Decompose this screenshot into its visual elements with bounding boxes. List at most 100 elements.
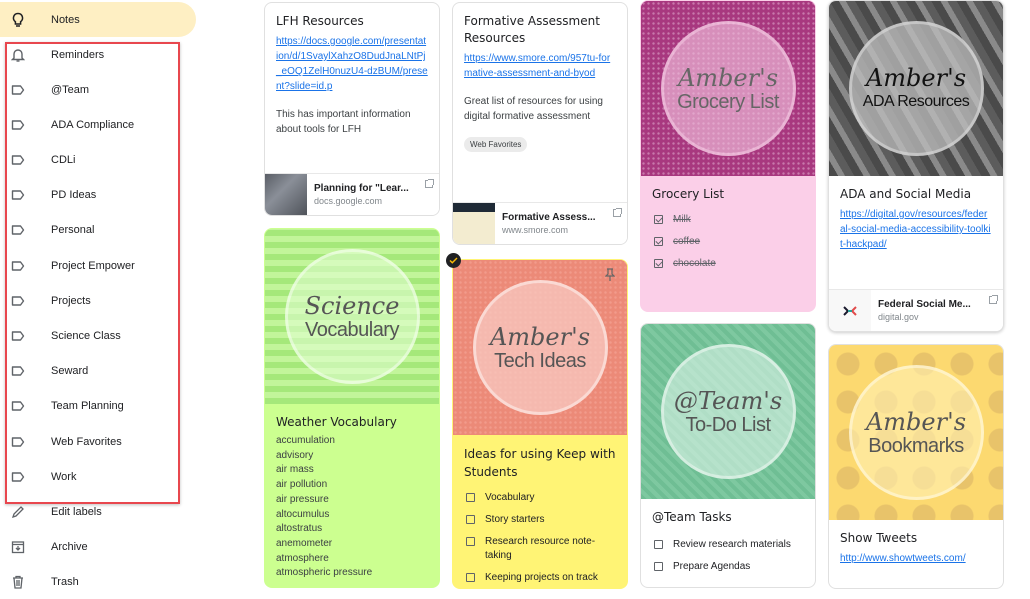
sidebar-item-label: Personal [51,224,95,237]
note-formative-assessment[interactable]: Formative Assessment Resources https://w… [452,2,628,245]
preview-title: Federal Social Me... [878,299,971,310]
sidebar-item-label-project-empower[interactable]: Project Empower [0,248,196,283]
checklist-item-text: Vocabulary [485,492,535,503]
note-ada-social-media[interactable]: Amber's ADA Resources ADA and Social Med… [828,0,1004,332]
note-banner-image: Science Vocabulary [265,229,439,404]
sidebar-item-label: Reminders [51,48,105,61]
sidebar-item-label-science-class[interactable]: Science Class [0,318,196,353]
checklist-item: chocolate [652,257,804,271]
note-link[interactable]: https://digital.gov/resources/federal-so… [840,207,992,252]
checkbox[interactable] [654,562,663,571]
sidebar-item-label-team[interactable]: @Team [0,72,196,107]
sidebar-item-label-seward[interactable]: Seward [0,354,196,389]
link-preview[interactable]: Formative Assess... www.smore.com [453,202,627,244]
sidebar-item-label-ada-compliance[interactable]: ADA Compliance [0,107,196,142]
sidebar-item-label-cdli[interactable]: CDLi [0,142,196,177]
checklist-item-text: Review research materials [673,539,791,550]
checkbox[interactable] [654,540,663,549]
label-icon [10,328,26,344]
note-description: This has important information about too… [276,109,411,135]
note-banner-image: Amber's Bookmarks [829,345,1003,520]
preview-domain: www.smore.com [502,225,569,235]
note-lfh-resources[interactable]: LFH Resources https://docs.google.com/pr… [264,2,440,216]
lightbulb-icon [10,12,26,28]
pencil-icon [10,504,26,520]
sidebar-item-label-personal[interactable]: Personal [0,213,196,248]
pin-icon[interactable] [604,268,616,287]
checkbox[interactable] [466,493,475,502]
note-text-line: anemometer [276,537,333,549]
banner-script-text: Amber's [489,322,591,351]
label-icon [10,187,26,203]
sidebar-item-label: Trash [51,575,79,588]
note-grocery-list[interactable]: Amber's Grocery List Grocery List Milk co… [640,0,816,312]
checkbox[interactable] [466,515,475,524]
checklist-item-text: chocolate [673,258,716,269]
open-external-icon[interactable] [989,295,998,304]
label-icon [10,258,26,274]
open-external-icon[interactable] [613,208,622,217]
checklist-item: Story starters [464,513,616,527]
checkbox[interactable] [466,573,475,582]
note-title: @Team Tasks [652,510,732,524]
checkbox[interactable] [654,215,663,224]
label-chip[interactable]: Web Favorites [464,137,528,152]
link-preview[interactable]: Federal Social Me... digital.gov [829,289,1003,331]
note-show-tweets[interactable]: Amber's Bookmarks Show Tweets http://www… [828,344,1004,589]
sidebar-item-label-web-favorites[interactable]: Web Favorites [0,424,196,459]
sidebar-item-label-pd-ideas[interactable]: PD Ideas [0,178,196,213]
link-preview[interactable]: Planning for "Lear... docs.google.com [265,173,439,215]
banner-sub-text: Vocabulary [305,318,399,341]
note-title: Grocery List [652,187,725,201]
sidebar-item-label: Seward [51,365,89,378]
note-banner-image: Amber's ADA Resources [829,1,1003,176]
sidebar-item-label: Team Planning [51,400,124,413]
sidebar-item-label: PD Ideas [51,189,97,202]
note-text-line: altocumulus [276,508,330,520]
select-note-check-icon[interactable] [446,253,461,268]
sidebar-item-archive[interactable]: Archive [0,529,196,564]
label-icon [10,363,26,379]
preview-title: Formative Assess... [502,212,596,223]
sidebar-item-reminders[interactable]: Reminders [0,37,196,72]
sidebar-item-label: Work [51,470,77,483]
sidebar-item-label: ADA Compliance [51,118,135,131]
note-link[interactable]: https://docs.google.com/presentation/d/1… [276,34,428,94]
checklist-item-text: Research resource note-taking [485,536,596,561]
checkbox[interactable] [654,237,663,246]
note-tech-ideas[interactable]: Amber's Tech Ideas Ideas for using Keep … [452,259,628,589]
banner-script-text: Science [304,291,400,320]
sidebar-item-notes[interactable]: Notes [0,2,196,37]
label-icon [10,222,26,238]
open-external-icon[interactable] [425,179,434,188]
note-team-tasks[interactable]: @Team's To-Do List @Team Tasks Review re… [640,323,816,588]
checklist-item-text: Story starters [485,514,545,525]
bell-icon [10,47,26,63]
checkbox[interactable] [466,537,475,546]
note-title: Weather Vocabulary [276,415,397,429]
note-text-line: altostratus [276,523,323,535]
label-icon [10,82,26,98]
sidebar-item-trash[interactable]: Trash [0,564,196,599]
sidebar-item-label: @Team [51,83,90,96]
sidebar-item-label: Projects [51,294,91,307]
label-icon [10,398,26,414]
sidebar-item-label-work[interactable]: Work [0,459,196,494]
note-description: Great list of resources for using digita… [464,96,603,122]
note-text-line: atmospheric pressure [276,567,373,579]
checkbox[interactable] [654,259,663,268]
note-text-line: advisory [276,449,314,461]
banner-script-text: Amber's [677,63,779,92]
note-link[interactable]: https://www.smore.com/957tu-formative-as… [464,51,616,81]
sidebar-item-label-team-planning[interactable]: Team Planning [0,389,196,424]
note-banner-image: Amber's Tech Ideas [453,260,627,435]
note-weather-vocabulary[interactable]: Science Vocabulary Weather Vocabulary ac… [264,228,440,588]
sidebar-item-edit-labels[interactable]: Edit labels [0,494,196,529]
note-link[interactable]: http://www.showtweets.com/ [840,551,992,566]
note-banner-image: Amber's Grocery List [641,1,815,176]
sidebar-item-label: Notes [51,13,80,26]
sidebar-item-label: Edit labels [51,505,102,518]
preview-domain: digital.gov [878,312,919,322]
checklist-item-text: Prepare Agendas [673,561,751,572]
sidebar-item-label-projects[interactable]: Projects [0,283,196,318]
